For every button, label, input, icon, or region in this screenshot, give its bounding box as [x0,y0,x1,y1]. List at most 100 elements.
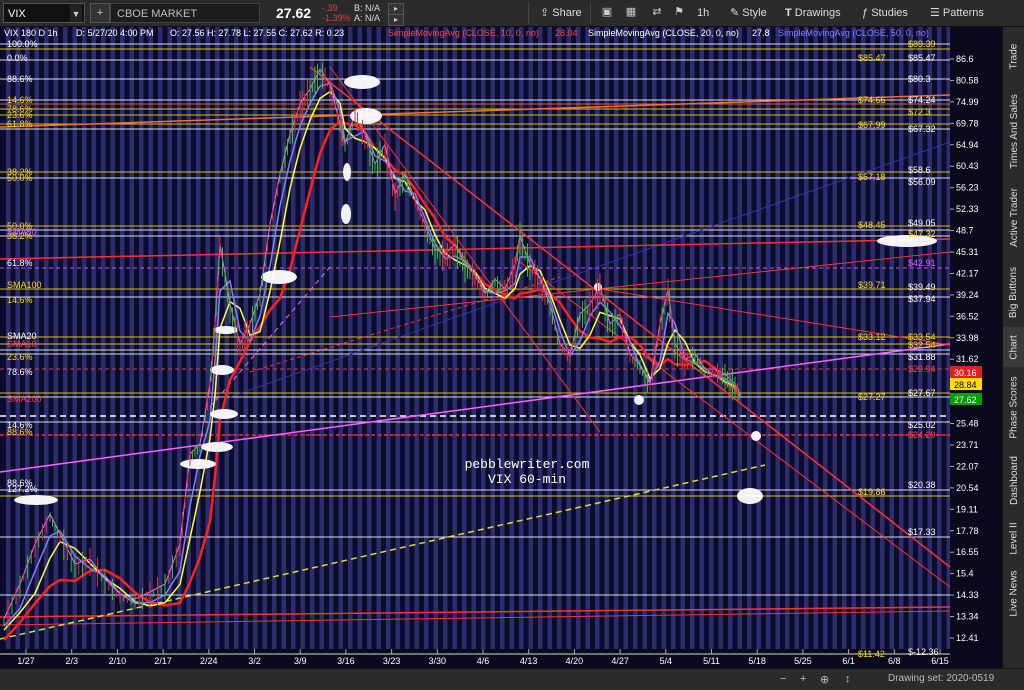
ask-button[interactable]: ▸ [388,14,404,26]
day-stripe [709,27,714,649]
drawing-icon: T [785,7,795,19]
day-stripe [547,27,552,649]
chart-area[interactable]: VIX 180 D 1h D: 5/27/20 4:00 PM O: 27.56 H… [0,27,1002,668]
annotation-oval [737,488,763,504]
price-axis-label: 80.58 [956,75,979,85]
price-axis-label: 48.7 [956,226,974,236]
date-axis-label: 2/17 [154,656,172,666]
day-stripe [737,27,742,649]
fib-price-label: $85.47 [858,53,886,63]
share-icon: ⇪ [540,7,553,19]
crosshair-icon[interactable]: ⊕ [820,673,829,686]
day-stripe [794,27,799,649]
level-price-label: $58.6 [908,165,931,175]
day-stripe [443,27,448,649]
date-axis-label: 5/11 [703,656,720,666]
date-axis-label: 5/4 [660,656,673,666]
day-stripe [44,27,49,649]
sma50-study-label: SimpleMovingAvg (CLOSE, 50, 0, no) [778,28,929,38]
day-stripe [414,27,419,649]
fib-percent-label: 50.0% [7,173,33,183]
pan-icon[interactable]: ↕ [845,673,851,685]
grid-icon[interactable]: ▦ [622,3,640,21]
symbol-input[interactable]: VIX ▼ [3,3,85,23]
patterns-icon: ☰ [930,7,943,19]
day-stripe [405,27,410,649]
sma10-value: 28.04 [555,28,578,38]
date-axis-label: 6/15 [931,656,949,666]
price-chart[interactable]: VIX 180 D 1h D: 5/27/20 4:00 PM O: 27.56 H… [0,27,1002,668]
fib-percent-label: 100.0% [7,39,38,49]
tab-dashboard[interactable]: Dashboard [1003,447,1024,513]
price-flag-text: 30.16 [954,368,977,378]
zoom-out-icon[interactable]: − [780,673,786,685]
timeframe-button[interactable]: 1h [697,3,709,23]
symbol-period-label: VIX 180 D 1h [4,28,58,38]
day-stripe [329,27,334,649]
day-stripe [604,27,609,649]
date-axis-label: 2/3 [65,656,78,666]
day-stripe [785,27,790,649]
tab-big-buttons[interactable]: Big Buttons [1003,257,1024,327]
annotation-oval [341,204,351,224]
tab-times-and-sales[interactable]: Times And Sales [1003,85,1024,177]
day-stripe [462,27,467,649]
status-bar: − + ⊕ ↕ Drawing set: 2020-0519 [0,668,1024,690]
bar-date-label: D: 5/27/20 4:00 PM [76,28,154,38]
day-stripe [756,27,761,649]
day-stripe [53,27,58,649]
price-flag-text: 28.84 [954,380,977,390]
fib-price-label: $19.86 [858,487,886,497]
date-axis-label: 1/27 [17,656,35,666]
fib-percent-label: SMA200 [7,394,42,404]
fib-percent-label: 88.6% [7,74,33,84]
day-stripe [842,27,847,649]
studies-button[interactable]: ƒ Studies [862,3,908,23]
day-stripe [167,27,172,649]
annotation-oval [214,326,238,334]
price-axis-label: 20.54 [956,483,979,493]
ohlc-label: O: 27.56 H: 27.78 L: 27.55 C: 27.62 R: 0… [170,28,344,38]
fib-percent-label: 0.0% [7,53,28,63]
day-stripe [272,27,277,649]
day-stripe [129,27,134,649]
day-stripe [110,27,115,649]
level-price-label: $49.05 [908,218,936,228]
day-stripe [937,27,942,649]
filter-icon[interactable]: ⚑ [670,3,688,21]
tab-chart[interactable]: Chart [1003,327,1024,367]
fib-percent-label: 78.6% [7,367,33,377]
date-axis-label: 4/13 [520,656,538,666]
tab-level-ii[interactable]: Level II [1003,513,1024,563]
fib-percent-label: SMA100 [7,280,42,290]
add-symbol-icon[interactable]: + [90,3,110,23]
level-price-label: $24.29 [908,430,936,440]
level-price-label: $47.32 [908,229,936,239]
compare-icon[interactable]: ⇄ [648,3,666,21]
tab-trade[interactable]: Trade [1003,27,1024,85]
zoom-in-icon[interactable]: + [800,673,806,685]
level-price-label: $74.24 [908,95,936,105]
price-axis-label: 25.48 [956,419,979,429]
annotation-oval [344,75,380,89]
level-price-label: $37.94 [908,294,936,304]
price-axis-label: 74.99 [956,97,979,107]
level-price-label: $42.91 [908,258,936,268]
day-stripe [699,27,704,649]
annotation-oval [14,495,58,505]
drawings-button[interactable]: T Drawings [785,3,841,23]
level-price-label: $39.49 [908,282,936,292]
style-button[interactable]: ✎ Style [730,3,767,23]
tab-live-news[interactable]: Live News [1003,563,1024,623]
save-icon[interactable]: ▣ [598,3,616,21]
price-axis-label: 36.52 [956,311,979,321]
chevron-down-icon[interactable]: ▼ [70,4,82,22]
price-axis-label: 31.62 [956,354,979,364]
tab-phase-scores[interactable]: Phase Scores [1003,367,1024,447]
patterns-button[interactable]: ☰ Patterns [930,3,984,23]
tab-active-trader[interactable]: Active Trader [1003,177,1024,257]
day-stripe [148,27,153,649]
share-button[interactable]: ⇪ Share [540,3,582,23]
day-stripe [348,27,353,649]
fib-percent-label: 61.8% [7,258,33,268]
